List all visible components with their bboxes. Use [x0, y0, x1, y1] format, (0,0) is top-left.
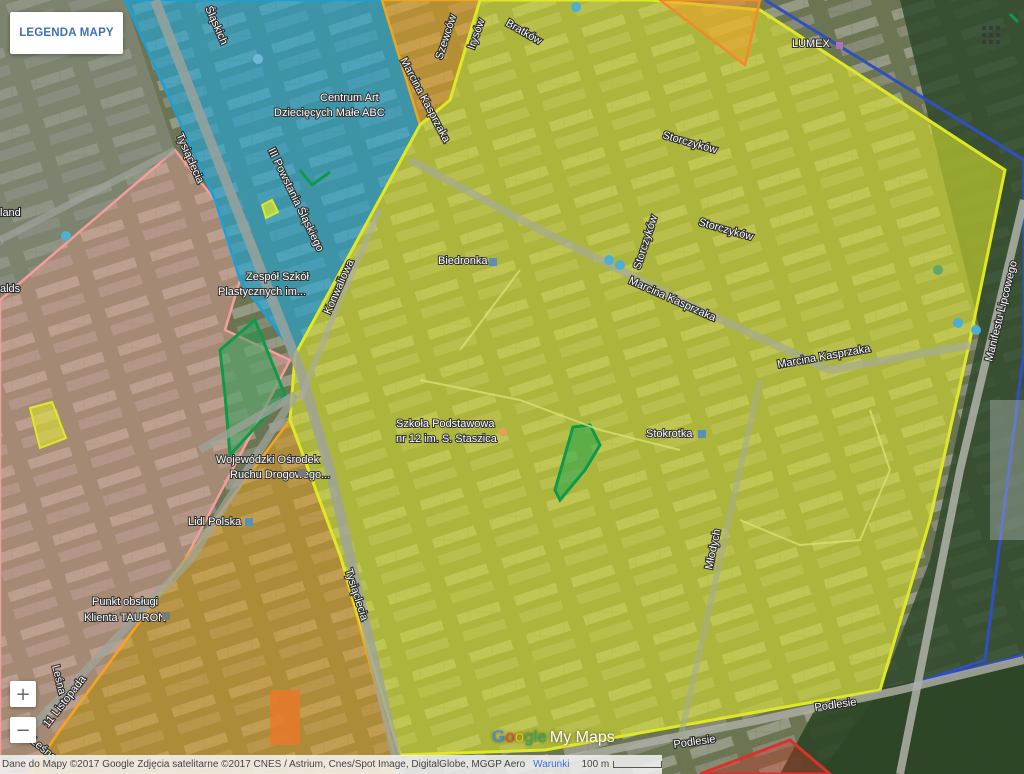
zoom-out-label: −: [15, 719, 31, 741]
poi-label-wojewodzki-2: Ruchu Drogowego...: [230, 469, 330, 481]
poi-marker-wojewodzki[interactable]: [298, 469, 306, 477]
poi-marker-szkola[interactable]: [498, 427, 508, 437]
bus-stop-icon-4[interactable]: [953, 318, 963, 328]
zoom-in-label: +: [15, 683, 31, 705]
google-my-maps-logo: Go o gle My Maps: [492, 727, 615, 747]
logo-letter-2: o: [505, 727, 515, 746]
poi-marker-lumex[interactable]: [836, 42, 843, 49]
poi-label-szkola: Szkoła Podstawowa: [396, 418, 495, 430]
zoom-out-button[interactable]: −: [10, 717, 36, 743]
satellite-map[interactable]: Tysiąclecia Tysiąclecia Śląskich III Pow…: [0, 0, 1024, 774]
poi-label-stokrotka: Stokrotka: [646, 428, 693, 440]
logo-letter-1: G: [492, 727, 506, 746]
poi-marker-stokrotka[interactable]: [698, 430, 706, 438]
street-label-land: land: [0, 207, 21, 219]
street-label-alds: alds: [0, 283, 21, 295]
poi-label-centrum-art-2: Dziecięcych Małe ABC: [274, 107, 385, 119]
orange-roof-building: [270, 690, 300, 745]
industrial-building-right: [990, 400, 1024, 540]
map-legend-label: LEGENDA MAPY: [19, 27, 114, 39]
apps-grid-icon[interactable]: [982, 26, 1000, 44]
poi-marker-biedronka[interactable]: [489, 258, 497, 266]
poi-marker-tauron[interactable]: [162, 612, 170, 620]
poi-label-wojewodzki: Wojewódzki Ośrodek: [216, 454, 320, 466]
scale-bar: [613, 761, 662, 768]
logo-letter-4: gle: [524, 727, 547, 746]
poi-marker-lidl[interactable]: [245, 518, 253, 526]
poi-marker-centrum-art[interactable]: [253, 54, 263, 64]
poi-label-punkt: Punkt obsługi: [92, 596, 158, 608]
zoom-in-button[interactable]: +: [10, 681, 36, 707]
attribution-text: Dane do Mapy ©2017 Google Zdjęcia sateli…: [2, 759, 526, 770]
terms-link[interactable]: Warunki: [533, 759, 569, 770]
bus-stop-icon-2[interactable]: [615, 260, 625, 270]
poi-label-punkt-2: Klienta TAURON: [84, 612, 166, 624]
bus-stop-icon-5[interactable]: [971, 325, 981, 335]
park-icon[interactable]: [933, 265, 943, 275]
attribution-bar: Dane do Mapy ©2017 Google Zdjęcia sateli…: [0, 755, 662, 774]
bus-stop-icon-1[interactable]: [604, 255, 614, 265]
poi-label-biedronka: Biedronka: [438, 255, 488, 267]
poi-label-lidl: Lidl Polska: [188, 516, 242, 528]
logo-my-maps: My Maps: [549, 729, 615, 746]
poi-label-zespol-2: Plastycznych im...: [218, 286, 306, 298]
map-legend-button[interactable]: LEGENDA MAPY: [10, 12, 123, 54]
logo-letter-3: o: [514, 727, 525, 746]
poi-label-centrum-art: Centrum Art: [320, 92, 379, 104]
scale-label: 100 m: [581, 759, 610, 770]
poi-label-szkola-2: nr 12 im. S. Staszica: [396, 433, 498, 445]
bus-stop-icon-3[interactable]: [61, 231, 71, 241]
poi-label-lumex: LUMEX: [792, 38, 831, 50]
poi-label-zespol: Zespół Szkół: [246, 271, 310, 283]
bus-stop-icon-6[interactable]: [571, 2, 581, 12]
